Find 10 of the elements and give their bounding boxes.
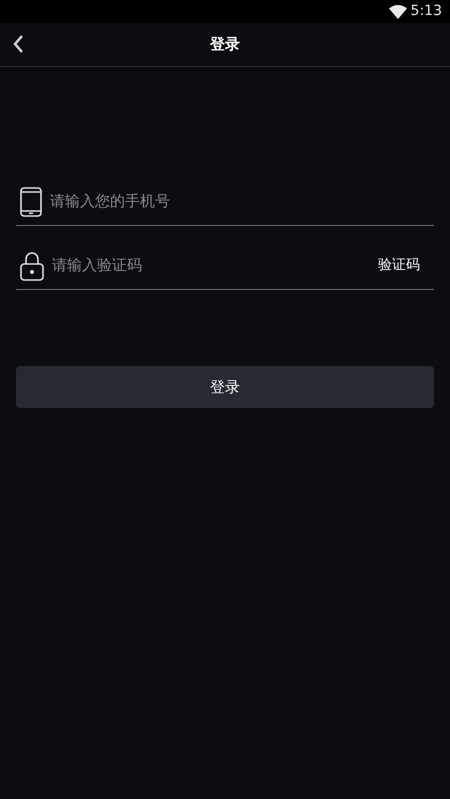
wifi-icon bbox=[388, 4, 407, 18]
status-time: 5:13 bbox=[410, 2, 442, 21]
phone-input[interactable]: 请输入您的手机号 bbox=[50, 190, 430, 213]
code-input[interactable]: 请输入验证码 bbox=[52, 254, 370, 277]
get-code-button[interactable]: 验证码 bbox=[378, 255, 430, 276]
page-title: 登录 bbox=[210, 34, 240, 56]
phone-icon bbox=[20, 186, 42, 216]
back-button[interactable] bbox=[12, 34, 24, 54]
login-button[interactable]: 登录 bbox=[16, 366, 434, 408]
lock-icon bbox=[20, 250, 44, 280]
